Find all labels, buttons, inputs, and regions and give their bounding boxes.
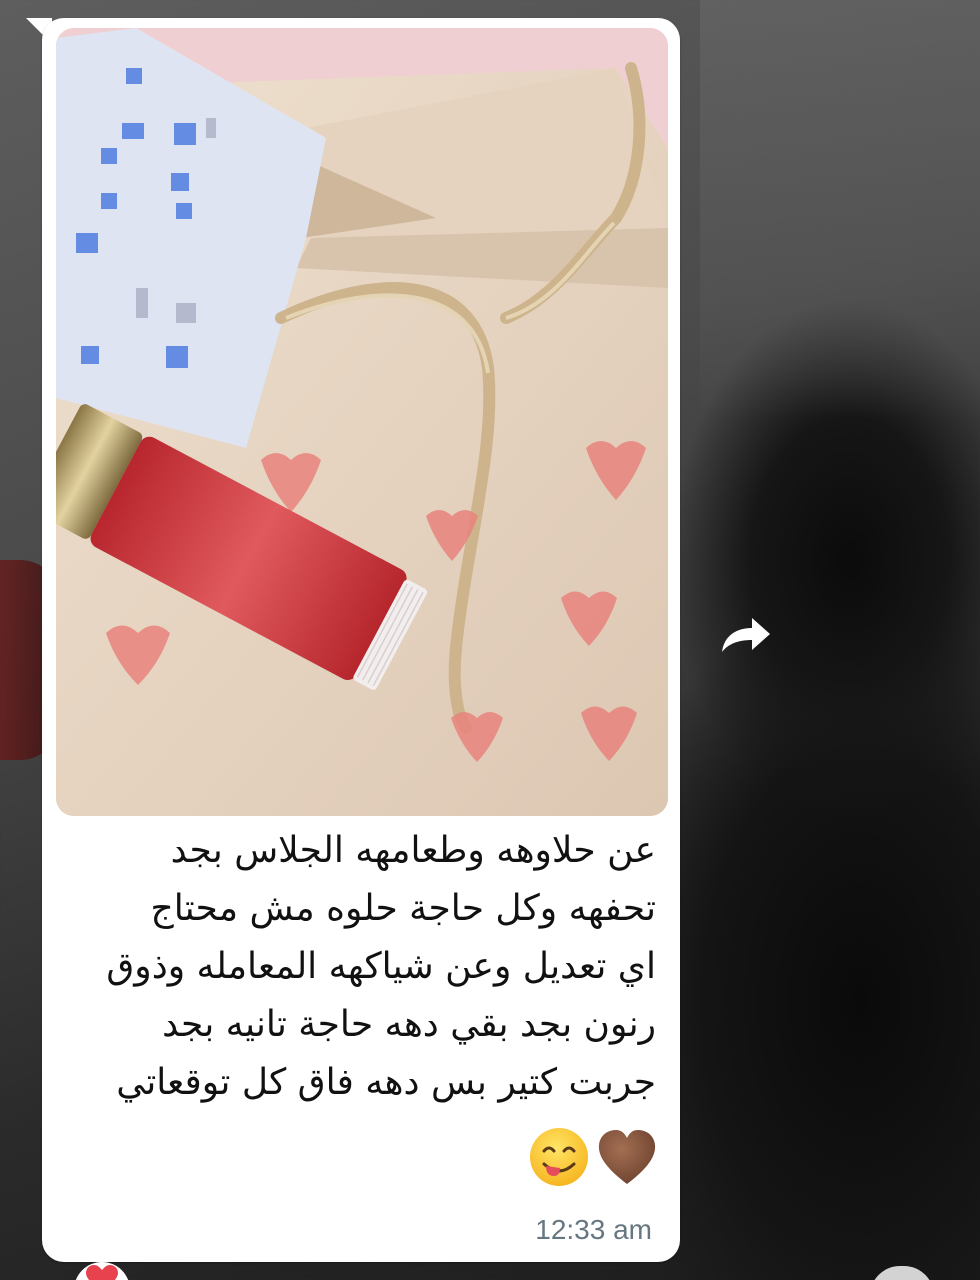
forward-button[interactable] bbox=[716, 612, 774, 660]
reaction-badge[interactable] bbox=[74, 1262, 130, 1280]
caption-line: رنون بجد بقي دهه حاجة تانيه بجد bbox=[162, 1004, 656, 1045]
forward-arrow-icon bbox=[722, 618, 770, 652]
red-heart-reaction-icon bbox=[86, 1265, 118, 1280]
caption-line: تحفهه وكل حاجة حلوه مش محتاج bbox=[150, 888, 656, 929]
photo-gift-bag-lipgloss bbox=[56, 28, 668, 816]
brown-heart-emoji bbox=[598, 1130, 656, 1184]
caption-line: جربت كتير بس دهه فاق كل توقعاتي bbox=[116, 1062, 656, 1103]
message-caption: عن حلاوهه وطعامهه الجلاس بجد تحفهه وكل ح… bbox=[70, 822, 656, 1112]
message-photo[interactable] bbox=[56, 28, 668, 816]
caption-line: اي تعديل وعن شياكهه المعامله وذوق bbox=[106, 946, 656, 987]
caption-line: عن حلاوهه وطعامهه الجلاس بجد bbox=[170, 830, 656, 871]
message-timestamp: 12:33 am bbox=[535, 1214, 652, 1245]
emoji-row bbox=[518, 1126, 658, 1188]
background-wall bbox=[700, 0, 980, 420]
savoring-food-face-emoji bbox=[530, 1128, 588, 1186]
reaction-badge-partial[interactable] bbox=[870, 1266, 934, 1280]
